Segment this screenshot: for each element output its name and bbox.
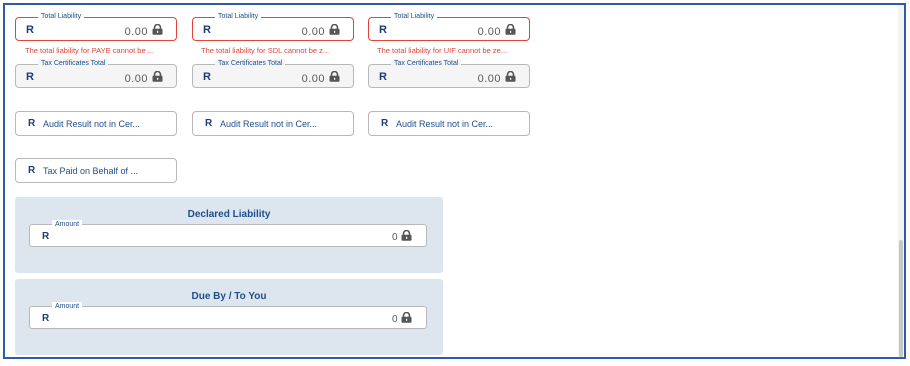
field-value: 0: [391, 232, 398, 243]
lock-icon: [152, 24, 163, 35]
tax-certificates-field-1[interactable]: Tax Certificates Total R 0.00: [15, 59, 177, 88]
audit-result-button-1[interactable]: R Audit Result not in Cer...: [15, 111, 177, 136]
lock-icon: [329, 24, 340, 35]
field-value: 0: [391, 314, 398, 325]
field-legend: Amount: [52, 302, 83, 312]
tax-certificates-field-2[interactable]: Tax Certificates Total R 0.00: [192, 59, 354, 88]
error-message-uif: The total liability for UIF cannot be ze…: [377, 46, 508, 55]
button-label: Audit Result not in Cer...: [220, 119, 318, 129]
currency-symbol: R: [379, 24, 387, 36]
field-legend: Amount: [52, 220, 83, 230]
currency-symbol: R: [42, 313, 50, 324]
field-value: 0.00: [124, 26, 148, 38]
declared-liability-panel: Declared Liability Amount R 0: [15, 197, 443, 273]
error-message-sdl: The total liability for SDL cannot be z.…: [201, 46, 330, 55]
scrollbar-thumb[interactable]: [899, 240, 903, 357]
field-value: 0.00: [301, 26, 325, 38]
tax-certificates-field-3[interactable]: Tax Certificates Total R 0.00: [368, 59, 530, 88]
currency-symbol: R: [42, 231, 50, 242]
field-legend: Tax Certificates Total: [391, 59, 462, 69]
currency-symbol: R: [203, 24, 211, 36]
currency-symbol: R: [205, 118, 213, 129]
field-legend: Total Liability: [391, 12, 438, 22]
currency-symbol: R: [26, 71, 34, 83]
field-value: 0.00: [477, 73, 501, 85]
lock-icon: [329, 71, 340, 82]
total-liability-field-sdl[interactable]: Total Liability R 0.00: [192, 12, 354, 41]
currency-symbol: R: [203, 71, 211, 83]
audit-result-button-3[interactable]: R Audit Result not in Cer...: [368, 111, 530, 136]
field-legend: Tax Certificates Total: [38, 59, 109, 69]
field-value: 0.00: [124, 73, 148, 85]
currency-symbol: R: [26, 24, 34, 36]
due-by-amount-field[interactable]: Amount R 0: [29, 302, 427, 329]
field-value: 0.00: [301, 73, 325, 85]
button-label: Audit Result not in Cer...: [43, 119, 141, 129]
field-legend: Total Liability: [215, 12, 262, 22]
lock-icon: [505, 71, 516, 82]
due-by-panel: Due By / To You Amount R 0: [15, 279, 443, 355]
field-legend: Tax Certificates Total: [215, 59, 286, 69]
button-label: Tax Paid on Behalf of ...: [43, 166, 139, 176]
currency-symbol: R: [381, 118, 389, 129]
form-frame: Total Liability R 0.00 The total liabili…: [3, 3, 906, 359]
button-label: Audit Result not in Cer...: [396, 119, 494, 129]
lock-icon: [152, 71, 163, 82]
audit-result-button-2[interactable]: R Audit Result not in Cer...: [192, 111, 354, 136]
total-liability-field-uif[interactable]: Total Liability R 0.00: [368, 12, 530, 41]
panel-title: Declared Liability: [187, 209, 271, 220]
currency-symbol: R: [379, 71, 387, 83]
total-liability-field-paye[interactable]: Total Liability R 0.00: [15, 12, 177, 41]
currency-symbol: R: [28, 165, 36, 176]
lock-icon: [401, 230, 412, 241]
tax-paid-on-behalf-button[interactable]: R Tax Paid on Behalf of ...: [15, 158, 177, 183]
lock-icon: [401, 312, 412, 323]
field-legend: Total Liability: [38, 12, 85, 22]
error-message-paye: The total liability for PAYE cannot be .…: [25, 46, 154, 55]
declared-liability-amount-field[interactable]: Amount R 0: [29, 220, 427, 247]
currency-symbol: R: [28, 118, 36, 129]
lock-icon: [505, 24, 516, 35]
panel-title: Due By / To You: [191, 291, 267, 302]
field-value: 0.00: [477, 26, 501, 38]
